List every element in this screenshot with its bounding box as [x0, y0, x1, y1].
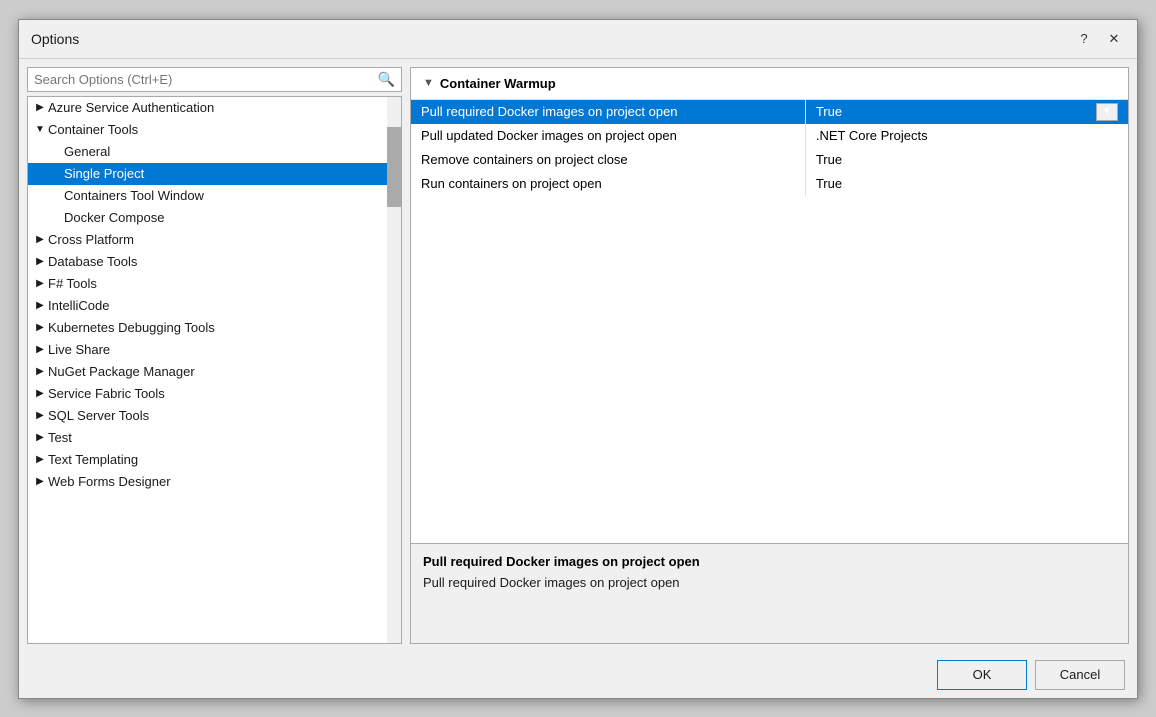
search-icon: 🔍 — [378, 71, 395, 88]
tree-arrow-intellicode: ▶ — [32, 300, 48, 311]
tree-label-general: General — [64, 144, 397, 159]
tree-item-single-project[interactable]: Single Project — [28, 163, 401, 185]
tree-label-single-project: Single Project — [64, 166, 397, 181]
tree-label-live-share: Live Share — [48, 342, 397, 357]
search-input[interactable] — [34, 72, 378, 87]
tree-item-text-templating[interactable]: ▶Text Templating — [28, 449, 401, 471]
tree-item-sql-server[interactable]: ▶SQL Server Tools — [28, 405, 401, 427]
property-dropdown-btn-0[interactable]: ▼ — [1096, 103, 1118, 121]
tree-arrow-database-tools: ▶ — [32, 256, 48, 267]
right-panel: ▼ Container Warmup Pull required Docker … — [410, 67, 1129, 644]
tree-label-service-fabric: Service Fabric Tools — [48, 386, 397, 401]
tree-container[interactable]: ▶Azure Service Authentication▼Container … — [27, 96, 402, 644]
tree-label-cross-platform: Cross Platform — [48, 232, 397, 247]
tree-arrow-live-share: ▶ — [32, 344, 48, 355]
property-value-1: .NET Core Projects — [805, 124, 1128, 148]
tree-label-docker-compose: Docker Compose — [64, 210, 397, 225]
properties-table: Pull required Docker images on project o… — [411, 100, 1128, 196]
tree-item-test[interactable]: ▶Test — [28, 427, 401, 449]
tree-item-service-fabric[interactable]: ▶Service Fabric Tools — [28, 383, 401, 405]
left-panel: 🔍 ▶Azure Service Authentication▼Containe… — [27, 67, 402, 644]
property-row-3[interactable]: Run containers on project openTrue — [411, 172, 1128, 196]
tree-item-cross-platform[interactable]: ▶Cross Platform — [28, 229, 401, 251]
property-value-3: True — [805, 172, 1128, 196]
tree-label-intellicode: IntelliCode — [48, 298, 397, 313]
tree-label-kubernetes: Kubernetes Debugging Tools — [48, 320, 397, 335]
tree-label-azure: Azure Service Authentication — [48, 100, 397, 115]
property-row-2[interactable]: Remove containers on project closeTrue — [411, 148, 1128, 172]
tree-arrow-sql-server: ▶ — [32, 410, 48, 421]
tree-arrow-container-tools: ▼ — [32, 124, 48, 135]
dialog-footer: OK Cancel — [19, 652, 1137, 698]
property-row-0[interactable]: Pull required Docker images on project o… — [411, 100, 1128, 124]
tree-item-nuget[interactable]: ▶NuGet Package Manager — [28, 361, 401, 383]
tree-arrow-kubernetes: ▶ — [32, 322, 48, 333]
section-header: ▼ Container Warmup — [411, 68, 1128, 100]
description-title: Pull required Docker images on project o… — [423, 554, 1116, 569]
tree-item-container-tools[interactable]: ▼Container Tools — [28, 119, 401, 141]
tree-label-container-tools: Container Tools — [48, 122, 397, 137]
tree-label-text-templating: Text Templating — [48, 452, 397, 467]
property-value-0[interactable]: True ▼ — [805, 100, 1128, 124]
tree-label-nuget: NuGet Package Manager — [48, 364, 397, 379]
property-name-2: Remove containers on project close — [411, 148, 805, 172]
dialog-body: 🔍 ▶Azure Service Authentication▼Containe… — [19, 59, 1137, 652]
tree-arrow-nuget: ▶ — [32, 366, 48, 377]
tree-item-docker-compose[interactable]: Docker Compose — [28, 207, 401, 229]
tree-item-general[interactable]: General — [28, 141, 401, 163]
tree-arrow-azure: ▶ — [32, 102, 48, 113]
scrollbar-thumb[interactable] — [387, 127, 401, 207]
close-button[interactable]: ✕ — [1103, 28, 1125, 50]
tree-item-azure[interactable]: ▶Azure Service Authentication — [28, 97, 401, 119]
tree-arrow-test: ▶ — [32, 432, 48, 443]
property-value-text-0: True — [816, 104, 842, 119]
tree-item-live-share[interactable]: ▶Live Share — [28, 339, 401, 361]
tree-label-web-forms: Web Forms Designer — [48, 474, 397, 489]
tree-item-fsharp-tools[interactable]: ▶F# Tools — [28, 273, 401, 295]
tree-label-fsharp-tools: F# Tools — [48, 276, 397, 291]
tree-label-database-tools: Database Tools — [48, 254, 397, 269]
tree-item-web-forms[interactable]: ▶Web Forms Designer — [28, 471, 401, 493]
section-expand-icon[interactable]: ▼ — [423, 77, 434, 89]
tree-arrow-text-templating: ▶ — [32, 454, 48, 465]
tree-label-test: Test — [48, 430, 397, 445]
property-name-1: Pull updated Docker images on project op… — [411, 124, 805, 148]
tree-arrow-web-forms: ▶ — [32, 476, 48, 487]
search-bar: 🔍 — [27, 67, 402, 92]
property-name-0: Pull required Docker images on project o… — [411, 100, 805, 124]
description-text: Pull required Docker images on project o… — [423, 575, 1116, 590]
tree-label-sql-server: SQL Server Tools — [48, 408, 397, 423]
tree-item-containers-tool-window[interactable]: Containers Tool Window — [28, 185, 401, 207]
cancel-button[interactable]: Cancel — [1035, 660, 1125, 690]
dialog-title: Options — [31, 31, 79, 47]
property-row-1[interactable]: Pull updated Docker images on project op… — [411, 124, 1128, 148]
scrollbar-track — [387, 97, 401, 643]
title-bar: Options ? ✕ — [19, 20, 1137, 59]
tree-item-kubernetes[interactable]: ▶Kubernetes Debugging Tools — [28, 317, 401, 339]
description-panel: Pull required Docker images on project o… — [410, 544, 1129, 644]
options-dialog: Options ? ✕ 🔍 ▶Azure Service Authenticat… — [18, 19, 1138, 699]
tree-arrow-fsharp-tools: ▶ — [32, 278, 48, 289]
title-bar-buttons: ? ✕ — [1073, 28, 1125, 50]
tree-arrow-service-fabric: ▶ — [32, 388, 48, 399]
help-button[interactable]: ? — [1073, 28, 1095, 50]
ok-button[interactable]: OK — [937, 660, 1027, 690]
content-panel: ▼ Container Warmup Pull required Docker … — [410, 67, 1129, 544]
tree-label-containers-tool-window: Containers Tool Window — [64, 188, 397, 203]
tree-item-intellicode[interactable]: ▶IntelliCode — [28, 295, 401, 317]
tree-arrow-cross-platform: ▶ — [32, 234, 48, 245]
property-name-3: Run containers on project open — [411, 172, 805, 196]
section-title: Container Warmup — [440, 76, 556, 91]
property-value-2: True — [805, 148, 1128, 172]
tree-item-database-tools[interactable]: ▶Database Tools — [28, 251, 401, 273]
